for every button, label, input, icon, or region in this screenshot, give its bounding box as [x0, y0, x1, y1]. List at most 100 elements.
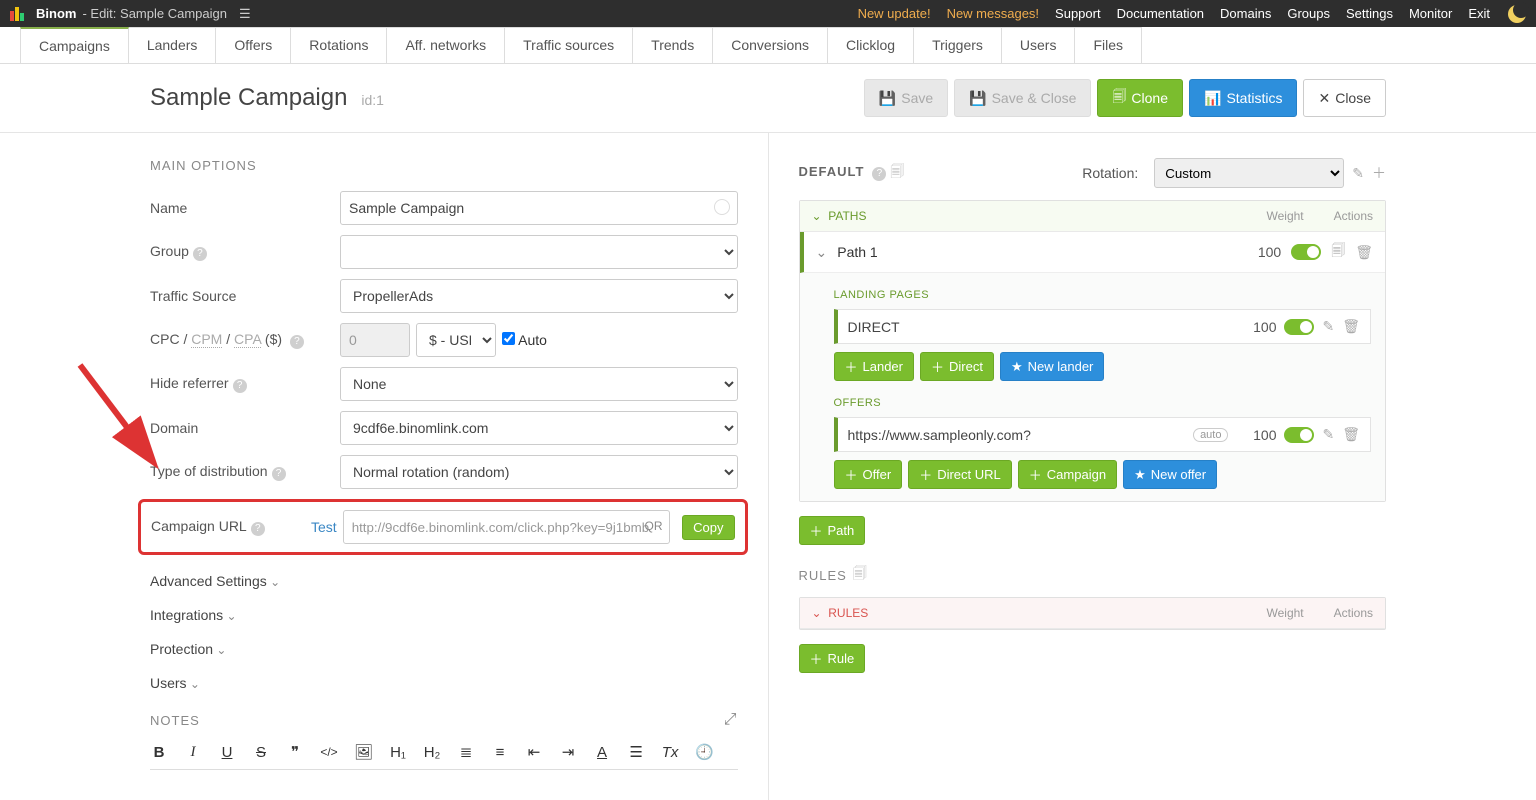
- quote-button[interactable]: ❞: [286, 743, 304, 761]
- tab-trends[interactable]: Trends: [632, 27, 713, 63]
- edit-icon[interactable]: ✎: [1322, 318, 1334, 335]
- delete-icon[interactable]: 🗑: [1342, 426, 1360, 443]
- protection-toggle[interactable]: Protection: [150, 641, 738, 657]
- groups-link[interactable]: Groups: [1279, 6, 1338, 21]
- auto-checkbox-label[interactable]: Auto: [502, 332, 547, 348]
- edit-icon[interactable]: ✎: [1352, 165, 1364, 182]
- help-icon[interactable]: ?: [872, 167, 886, 181]
- help-icon[interactable]: ?: [193, 247, 207, 261]
- traffic-source-label: Traffic Source: [150, 288, 340, 304]
- tab-files[interactable]: Files: [1074, 27, 1142, 63]
- domain-select[interactable]: 9cdf6e.binomlink.com: [340, 411, 738, 445]
- list-icon[interactable]: ☰: [239, 6, 251, 22]
- edit-icon[interactable]: ✎: [1322, 426, 1334, 443]
- logo-icon: [10, 7, 24, 21]
- chevron-down-icon[interactable]: ⌄: [812, 209, 822, 223]
- tab-campaigns[interactable]: Campaigns: [20, 27, 129, 63]
- help-icon[interactable]: ?: [272, 467, 286, 481]
- add-direct-button[interactable]: ＋ Direct: [920, 352, 994, 381]
- tab-aff-networks[interactable]: Aff. networks: [386, 27, 505, 63]
- tab-clicklog[interactable]: Clicklog: [827, 27, 914, 63]
- delete-icon[interactable]: 🗑: [1342, 318, 1360, 335]
- chevron-down-icon[interactable]: ⌄: [812, 606, 822, 620]
- image-button[interactable]: 🖼: [354, 743, 373, 761]
- tab-triggers[interactable]: Triggers: [913, 27, 1002, 63]
- underline-button[interactable]: U: [218, 744, 236, 761]
- help-icon[interactable]: ?: [290, 335, 304, 349]
- rotation-select[interactable]: Custom: [1154, 158, 1344, 188]
- hide-referrer-select[interactable]: None: [340, 367, 738, 401]
- h1-button[interactable]: H₁: [389, 744, 407, 761]
- code-button[interactable]: </>: [320, 745, 338, 759]
- tab-offers[interactable]: Offers: [215, 27, 291, 63]
- offer-toggle[interactable]: [1284, 427, 1314, 443]
- distribution-select[interactable]: Normal rotation (random): [340, 455, 738, 489]
- delete-icon[interactable]: 🗑: [1355, 244, 1373, 261]
- expand-icon[interactable]: ⤢: [724, 711, 738, 729]
- auto-checkbox[interactable]: [502, 332, 515, 345]
- copy-icon[interactable]: 🗐: [890, 163, 904, 179]
- tab-conversions[interactable]: Conversions: [712, 27, 828, 63]
- new-messages-link[interactable]: New messages!: [939, 6, 1047, 21]
- add-lander-button[interactable]: ＋ Lander: [834, 352, 915, 381]
- help-icon[interactable]: ?: [233, 379, 247, 393]
- users-toggle[interactable]: Users: [150, 675, 738, 691]
- domains-link[interactable]: Domains: [1212, 6, 1279, 21]
- copy-button[interactable]: Copy: [682, 515, 734, 540]
- ol-button[interactable]: ≣: [457, 743, 475, 761]
- color-button[interactable]: A: [593, 744, 611, 761]
- help-icon[interactable]: ?: [251, 522, 265, 536]
- add-direct-url-button[interactable]: ＋ Direct URL: [908, 460, 1012, 489]
- new-update-link[interactable]: New update!: [850, 6, 939, 21]
- new-offer-button[interactable]: ★ New offer: [1123, 460, 1217, 489]
- tab-traffic-sources[interactable]: Traffic sources: [504, 27, 633, 63]
- monitor-link[interactable]: Monitor: [1401, 6, 1460, 21]
- test-link[interactable]: Test: [311, 519, 337, 535]
- path-row[interactable]: ⌄ Path 1 100 🗐 🗑: [800, 232, 1386, 273]
- dark-mode-icon[interactable]: [1508, 5, 1526, 23]
- name-input[interactable]: [340, 191, 738, 225]
- group-select[interactable]: [340, 235, 738, 269]
- new-lander-button[interactable]: ★ New lander: [1000, 352, 1104, 381]
- indent-button[interactable]: ⇥: [559, 743, 577, 761]
- offer-item[interactable]: https://www.sampleonly.com? auto 100 ✎ 🗑: [834, 417, 1372, 452]
- outdent-button[interactable]: ⇤: [525, 743, 543, 761]
- add-campaign-button[interactable]: ＋ Campaign: [1018, 460, 1117, 489]
- add-offer-button[interactable]: ＋ Offer: [834, 460, 903, 489]
- currency-select[interactable]: $ - USD: [416, 323, 496, 357]
- history-button[interactable]: 🕘: [695, 743, 714, 761]
- landing-item[interactable]: DIRECT 100 ✎ 🗑: [834, 309, 1372, 344]
- tab-users[interactable]: Users: [1001, 27, 1076, 63]
- clone-button[interactable]: 🗐 Clone: [1097, 79, 1183, 117]
- bold-button[interactable]: B: [150, 744, 168, 761]
- clear-format-button[interactable]: Tx: [661, 744, 679, 761]
- support-link[interactable]: Support: [1047, 6, 1109, 21]
- landing-toggle[interactable]: [1284, 319, 1314, 335]
- exit-link[interactable]: Exit: [1460, 6, 1498, 21]
- integrations-toggle[interactable]: Integrations: [150, 607, 738, 623]
- documentation-link[interactable]: Documentation: [1109, 6, 1212, 21]
- ul-button[interactable]: ≡: [491, 744, 509, 761]
- align-button[interactable]: ☰: [627, 743, 645, 761]
- strike-button[interactable]: S: [252, 744, 270, 761]
- chevron-down-icon[interactable]: ⌄: [816, 244, 828, 261]
- paths-header: PATHS: [828, 209, 866, 223]
- advanced-settings-toggle[interactable]: Advanced Settings: [150, 573, 738, 589]
- copy-icon[interactable]: 🗐: [853, 563, 868, 587]
- save-button: 💾 Save: [864, 79, 948, 117]
- tab-landers[interactable]: Landers: [128, 27, 217, 63]
- tab-rotations[interactable]: Rotations: [290, 27, 387, 63]
- add-path-button[interactable]: ＋ Path: [799, 516, 866, 545]
- traffic-source-select[interactable]: PropellerAds: [340, 279, 738, 313]
- italic-button[interactable]: I: [184, 744, 202, 761]
- campaign-url-input[interactable]: [343, 510, 670, 544]
- path-toggle[interactable]: [1291, 244, 1321, 260]
- add-rule-button[interactable]: ＋ Rule: [799, 644, 866, 673]
- h2-button[interactable]: H₂: [423, 744, 441, 761]
- add-icon[interactable]: ＋: [1372, 163, 1386, 183]
- statistics-button[interactable]: 📊 Statistics: [1189, 79, 1297, 117]
- close-button[interactable]: ✕ Close: [1303, 79, 1386, 117]
- copy-icon[interactable]: 🗐: [1331, 240, 1345, 264]
- qr-label[interactable]: QR: [645, 519, 663, 533]
- settings-link[interactable]: Settings: [1338, 6, 1401, 21]
